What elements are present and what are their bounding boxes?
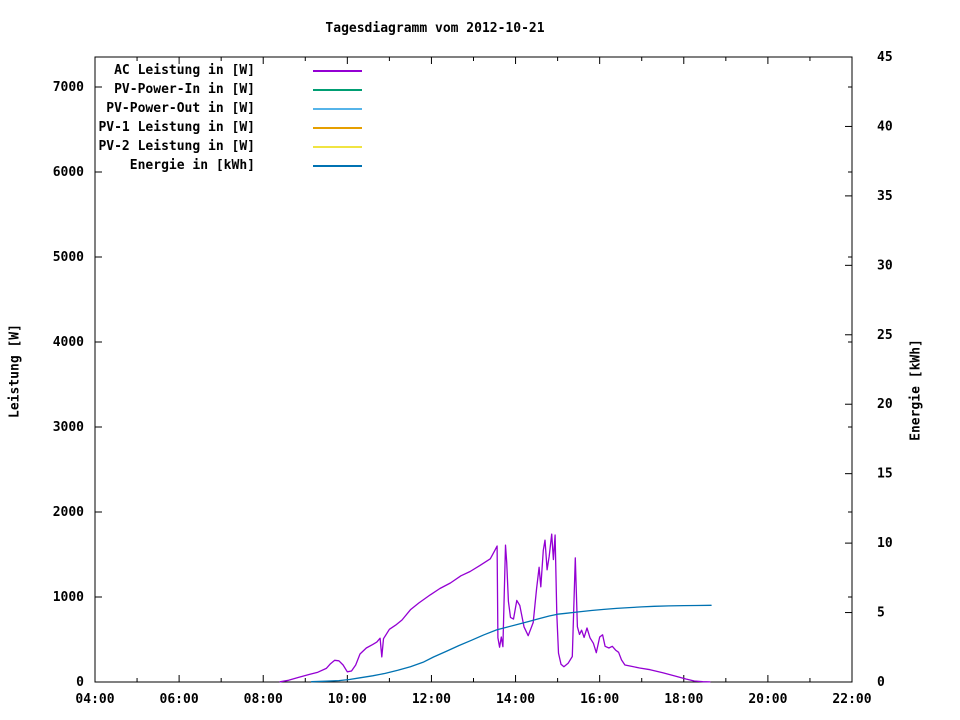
legend-item-label: AC Leistung in [W] xyxy=(114,63,255,78)
series-line-0 xyxy=(279,533,711,683)
y-left-tick-label: 1000 xyxy=(53,590,84,605)
y-right-tick-label: 25 xyxy=(877,328,893,343)
legend-item: PV-2 Leistung in [W] xyxy=(60,139,255,155)
legend-item-label: PV-Power-Out in [W] xyxy=(106,101,255,116)
legend-item-label: PV-Power-In in [W] xyxy=(114,82,255,97)
legend-item: PV-Power-In in [W] xyxy=(60,82,255,98)
x-tick-label: 18:00 xyxy=(664,692,703,707)
legend-item: PV-Power-Out in [W] xyxy=(60,101,255,117)
chart-canvas: Tagesdiagramm vom 2012-10-21 Leistung [W… xyxy=(0,0,960,720)
legend-item-label: Energie in [kWh] xyxy=(129,158,255,173)
y-right-tick-label: 20 xyxy=(877,397,893,412)
legend-line-sample xyxy=(313,70,362,72)
y-right-tick-label: 5 xyxy=(877,606,885,621)
x-tick-label: 10:00 xyxy=(328,692,367,707)
x-tick-label: 22:00 xyxy=(832,692,871,707)
legend-line-sample xyxy=(313,146,362,148)
y-right-tick-label: 10 xyxy=(877,536,893,551)
x-tick-label: 08:00 xyxy=(244,692,283,707)
legend-item: AC Leistung in [W] xyxy=(60,63,255,79)
legend-line-sample xyxy=(313,127,362,129)
y-left-tick-label: 2000 xyxy=(53,505,84,520)
y-left-tick-label: 0 xyxy=(76,675,84,690)
x-tick-label: 04:00 xyxy=(75,692,114,707)
legend-line-sample xyxy=(313,165,362,167)
legend-item: PV-1 Leistung in [W] xyxy=(60,120,255,136)
x-tick-label: 06:00 xyxy=(160,692,199,707)
legend-item-label: PV-2 Leistung in [W] xyxy=(98,139,255,154)
y-left-tick-label: 5000 xyxy=(53,250,84,265)
x-tick-label: 14:00 xyxy=(496,692,535,707)
y-right-tick-label: 40 xyxy=(877,119,893,134)
y-left-tick-label: 3000 xyxy=(53,420,84,435)
y-right-tick-label: 35 xyxy=(877,189,893,204)
legend-item: Energie in [kWh] xyxy=(60,158,255,174)
y-right-tick-label: 45 xyxy=(877,50,893,65)
x-tick-label: 12:00 xyxy=(412,692,451,707)
y-left-tick-label: 4000 xyxy=(53,335,84,350)
y-right-tick-label: 15 xyxy=(877,467,893,482)
legend-line-sample xyxy=(313,108,362,110)
y-right-tick-label: 30 xyxy=(877,258,893,273)
legend-item-label: PV-1 Leistung in [W] xyxy=(98,120,255,135)
x-tick-label: 20:00 xyxy=(748,692,787,707)
y-right-tick-label: 0 xyxy=(877,675,885,690)
x-tick-label: 16:00 xyxy=(580,692,619,707)
legend-line-sample xyxy=(313,89,362,91)
